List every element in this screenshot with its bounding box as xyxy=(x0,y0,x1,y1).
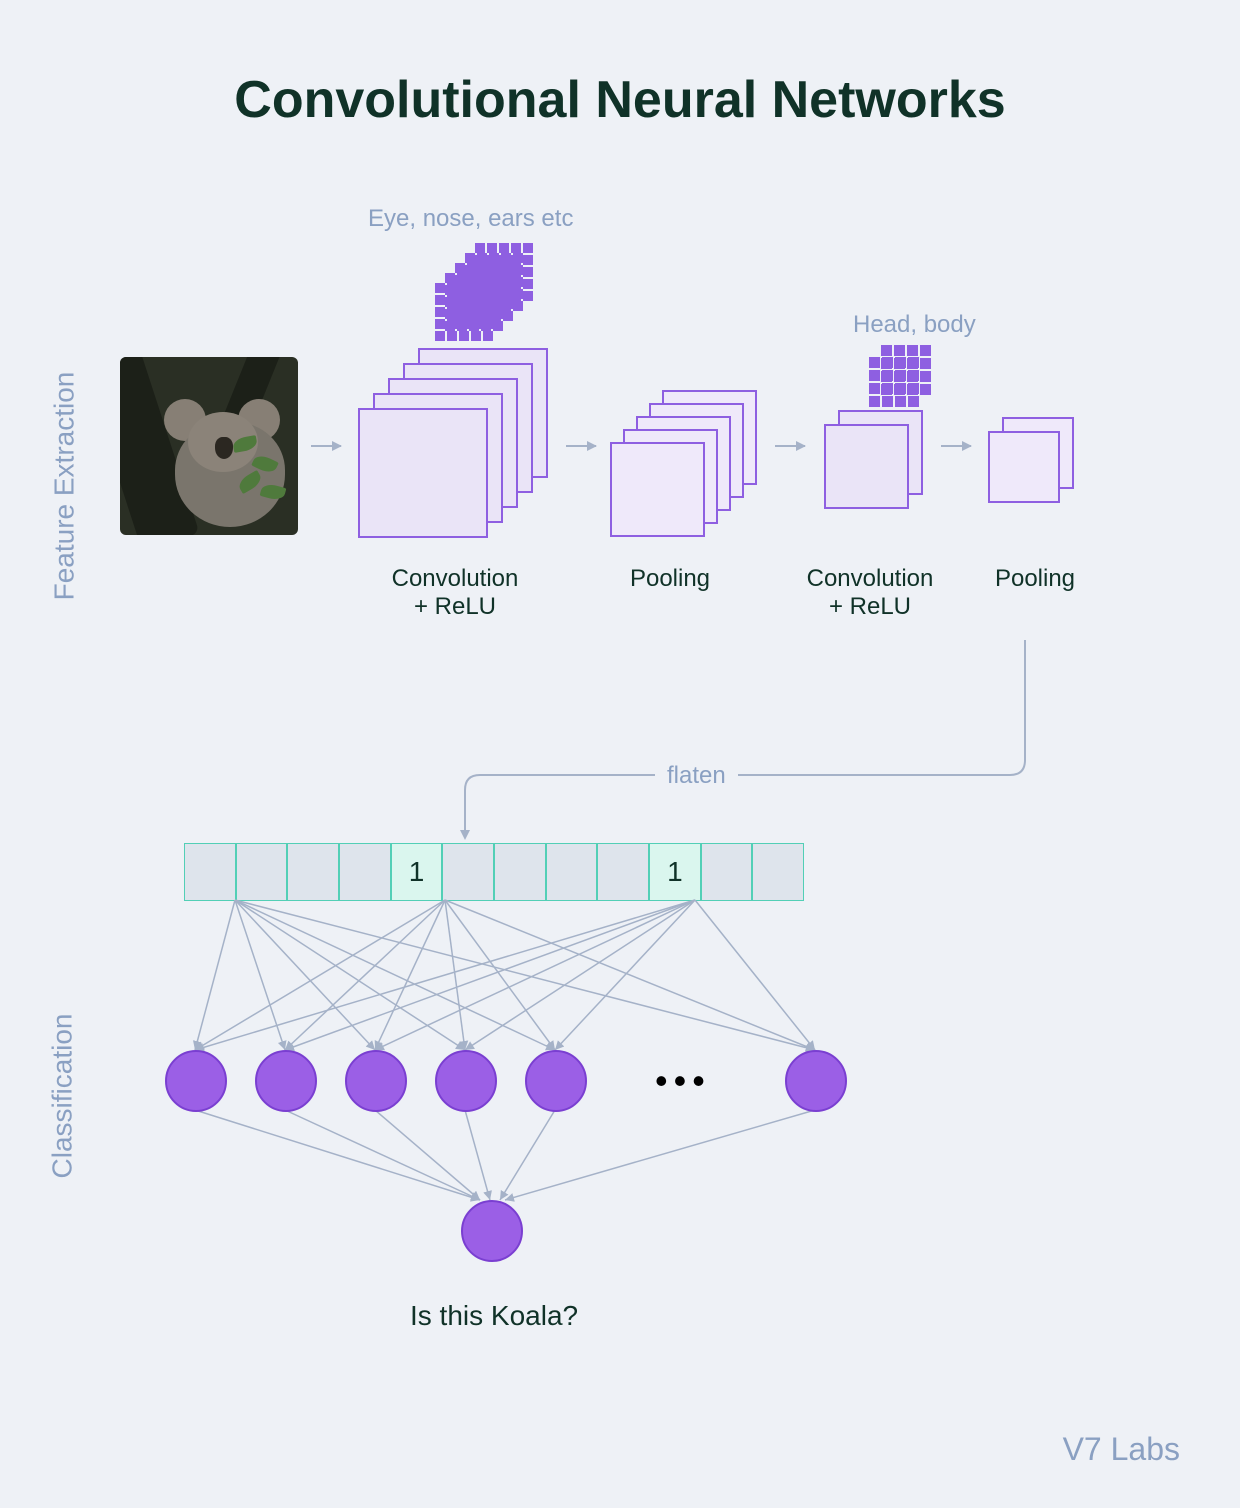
vector-cell xyxy=(597,843,649,901)
feature-grid-icon xyxy=(435,283,493,341)
vector-cell: 1 xyxy=(391,843,443,901)
credit-label: V7 Labs xyxy=(1063,1431,1180,1468)
vector-cell xyxy=(546,843,598,901)
feature-grid-icon xyxy=(869,357,919,407)
flatten-connector xyxy=(465,640,1045,840)
ellipsis-icon: ••• xyxy=(655,1060,711,1102)
feature-hint-conv1: Eye, nose, ears etc xyxy=(368,205,573,233)
arrow-pool1-to-conv2 xyxy=(775,445,805,447)
vector-cell xyxy=(339,843,391,901)
hidden-node xyxy=(785,1050,847,1112)
vector-cell: 1 xyxy=(649,843,701,901)
vector-cell xyxy=(236,843,288,901)
arrow-conv2-to-pool2 xyxy=(941,445,971,447)
input-image-koala xyxy=(120,357,298,535)
output-node xyxy=(461,1200,523,1262)
feature-hint-conv2: Head, body xyxy=(853,311,976,339)
stage-label-conv2: Convolution + ReLU xyxy=(775,565,965,621)
hidden-node xyxy=(345,1050,407,1112)
vector-cell xyxy=(494,843,546,901)
section-label-classification: Classification xyxy=(46,1014,78,1179)
page-title: Convolutional Neural Networks xyxy=(0,70,1240,130)
vector-cell xyxy=(701,843,753,901)
classifier-network: ••• xyxy=(135,900,865,1240)
hidden-node xyxy=(525,1050,587,1112)
section-label-feature-extraction: Feature Extraction xyxy=(48,372,80,601)
stage-label-pool1: Pooling xyxy=(600,565,740,593)
hidden-node xyxy=(435,1050,497,1112)
vector-cell xyxy=(184,843,236,901)
flatten-vector: 1 1 xyxy=(184,843,804,901)
vector-cell xyxy=(752,843,804,901)
hidden-node xyxy=(165,1050,227,1112)
arrow-input-to-conv1 xyxy=(311,445,341,447)
vector-cell xyxy=(287,843,339,901)
stage-label-conv1: Convolution + ReLU xyxy=(360,565,550,621)
arrow-conv1-to-pool1 xyxy=(566,445,596,447)
output-question: Is this Koala? xyxy=(410,1300,578,1332)
hidden-node xyxy=(255,1050,317,1112)
flatten-label: flaten xyxy=(655,762,738,790)
vector-cell xyxy=(442,843,494,901)
stage-label-pool2: Pooling xyxy=(975,565,1095,593)
